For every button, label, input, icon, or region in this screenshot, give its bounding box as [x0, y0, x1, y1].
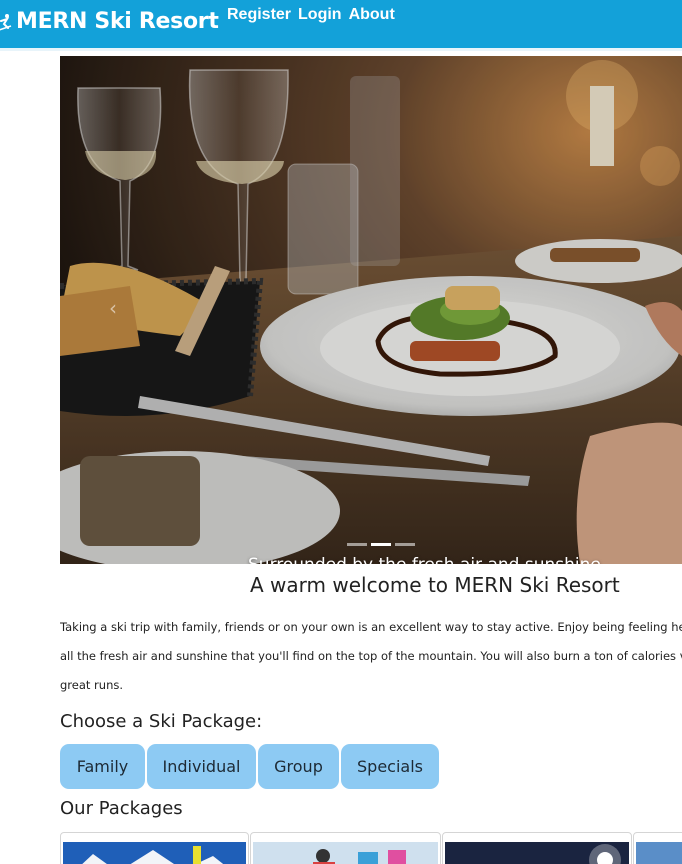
- carousel-indicators: [347, 543, 415, 546]
- family-button[interactable]: Family: [60, 744, 145, 789]
- package-card[interactable]: [60, 832, 249, 864]
- dining-photo: [60, 56, 682, 564]
- package-cards: [60, 832, 682, 864]
- carousel-caption: Surrounded by the fresh air and sunshine: [248, 555, 648, 564]
- header-divider: [0, 48, 682, 51]
- choose-package-heading: Choose a Ski Package:: [60, 711, 263, 732]
- chevron-left-icon: ‹: [109, 296, 117, 320]
- welcome-text: Taking a ski trip with family, friends o…: [60, 613, 682, 700]
- brand-name: MERN Ski Resort: [16, 8, 219, 34]
- nav-register-link[interactable]: Register: [227, 6, 291, 24]
- skiers-image: [253, 842, 438, 864]
- package-card[interactable]: [442, 832, 632, 864]
- sunset-image: [445, 842, 629, 864]
- specials-button[interactable]: Specials: [341, 744, 439, 789]
- welcome-heading: A warm welcome to MERN Ski Resort: [250, 573, 620, 597]
- carousel-indicator-1[interactable]: [347, 543, 367, 546]
- group-button[interactable]: Group: [258, 744, 339, 789]
- top-navbar: MERN Ski Resort Register Login About: [0, 0, 682, 48]
- carousel-prev-button[interactable]: ‹: [60, 56, 150, 564]
- package-card[interactable]: [633, 832, 682, 864]
- our-packages-heading: Our Packages: [60, 798, 183, 819]
- mountain-image: [63, 842, 246, 864]
- welcome-text-line: great runs.: [60, 678, 124, 692]
- sky-image: [636, 842, 682, 864]
- main-nav: Register Login About: [227, 6, 395, 24]
- package-button-group: Family Individual Group Specials: [60, 744, 439, 789]
- nav-login-link[interactable]: Login: [298, 6, 342, 24]
- brand-link[interactable]: MERN Ski Resort: [0, 6, 219, 36]
- welcome-text-line: all the fresh air and sunshine that you'…: [60, 649, 682, 663]
- carousel-indicator-3[interactable]: [395, 543, 415, 546]
- nav-about-link[interactable]: About: [349, 6, 395, 24]
- skier-icon: [0, 14, 12, 31]
- hero-carousel: Surrounded by the fresh air and sunshine: [60, 56, 682, 564]
- package-card[interactable]: [250, 832, 441, 864]
- welcome-text-line: Taking a ski trip with family, friends o…: [60, 620, 682, 634]
- carousel-indicator-2[interactable]: [371, 543, 391, 546]
- individual-button[interactable]: Individual: [147, 744, 256, 789]
